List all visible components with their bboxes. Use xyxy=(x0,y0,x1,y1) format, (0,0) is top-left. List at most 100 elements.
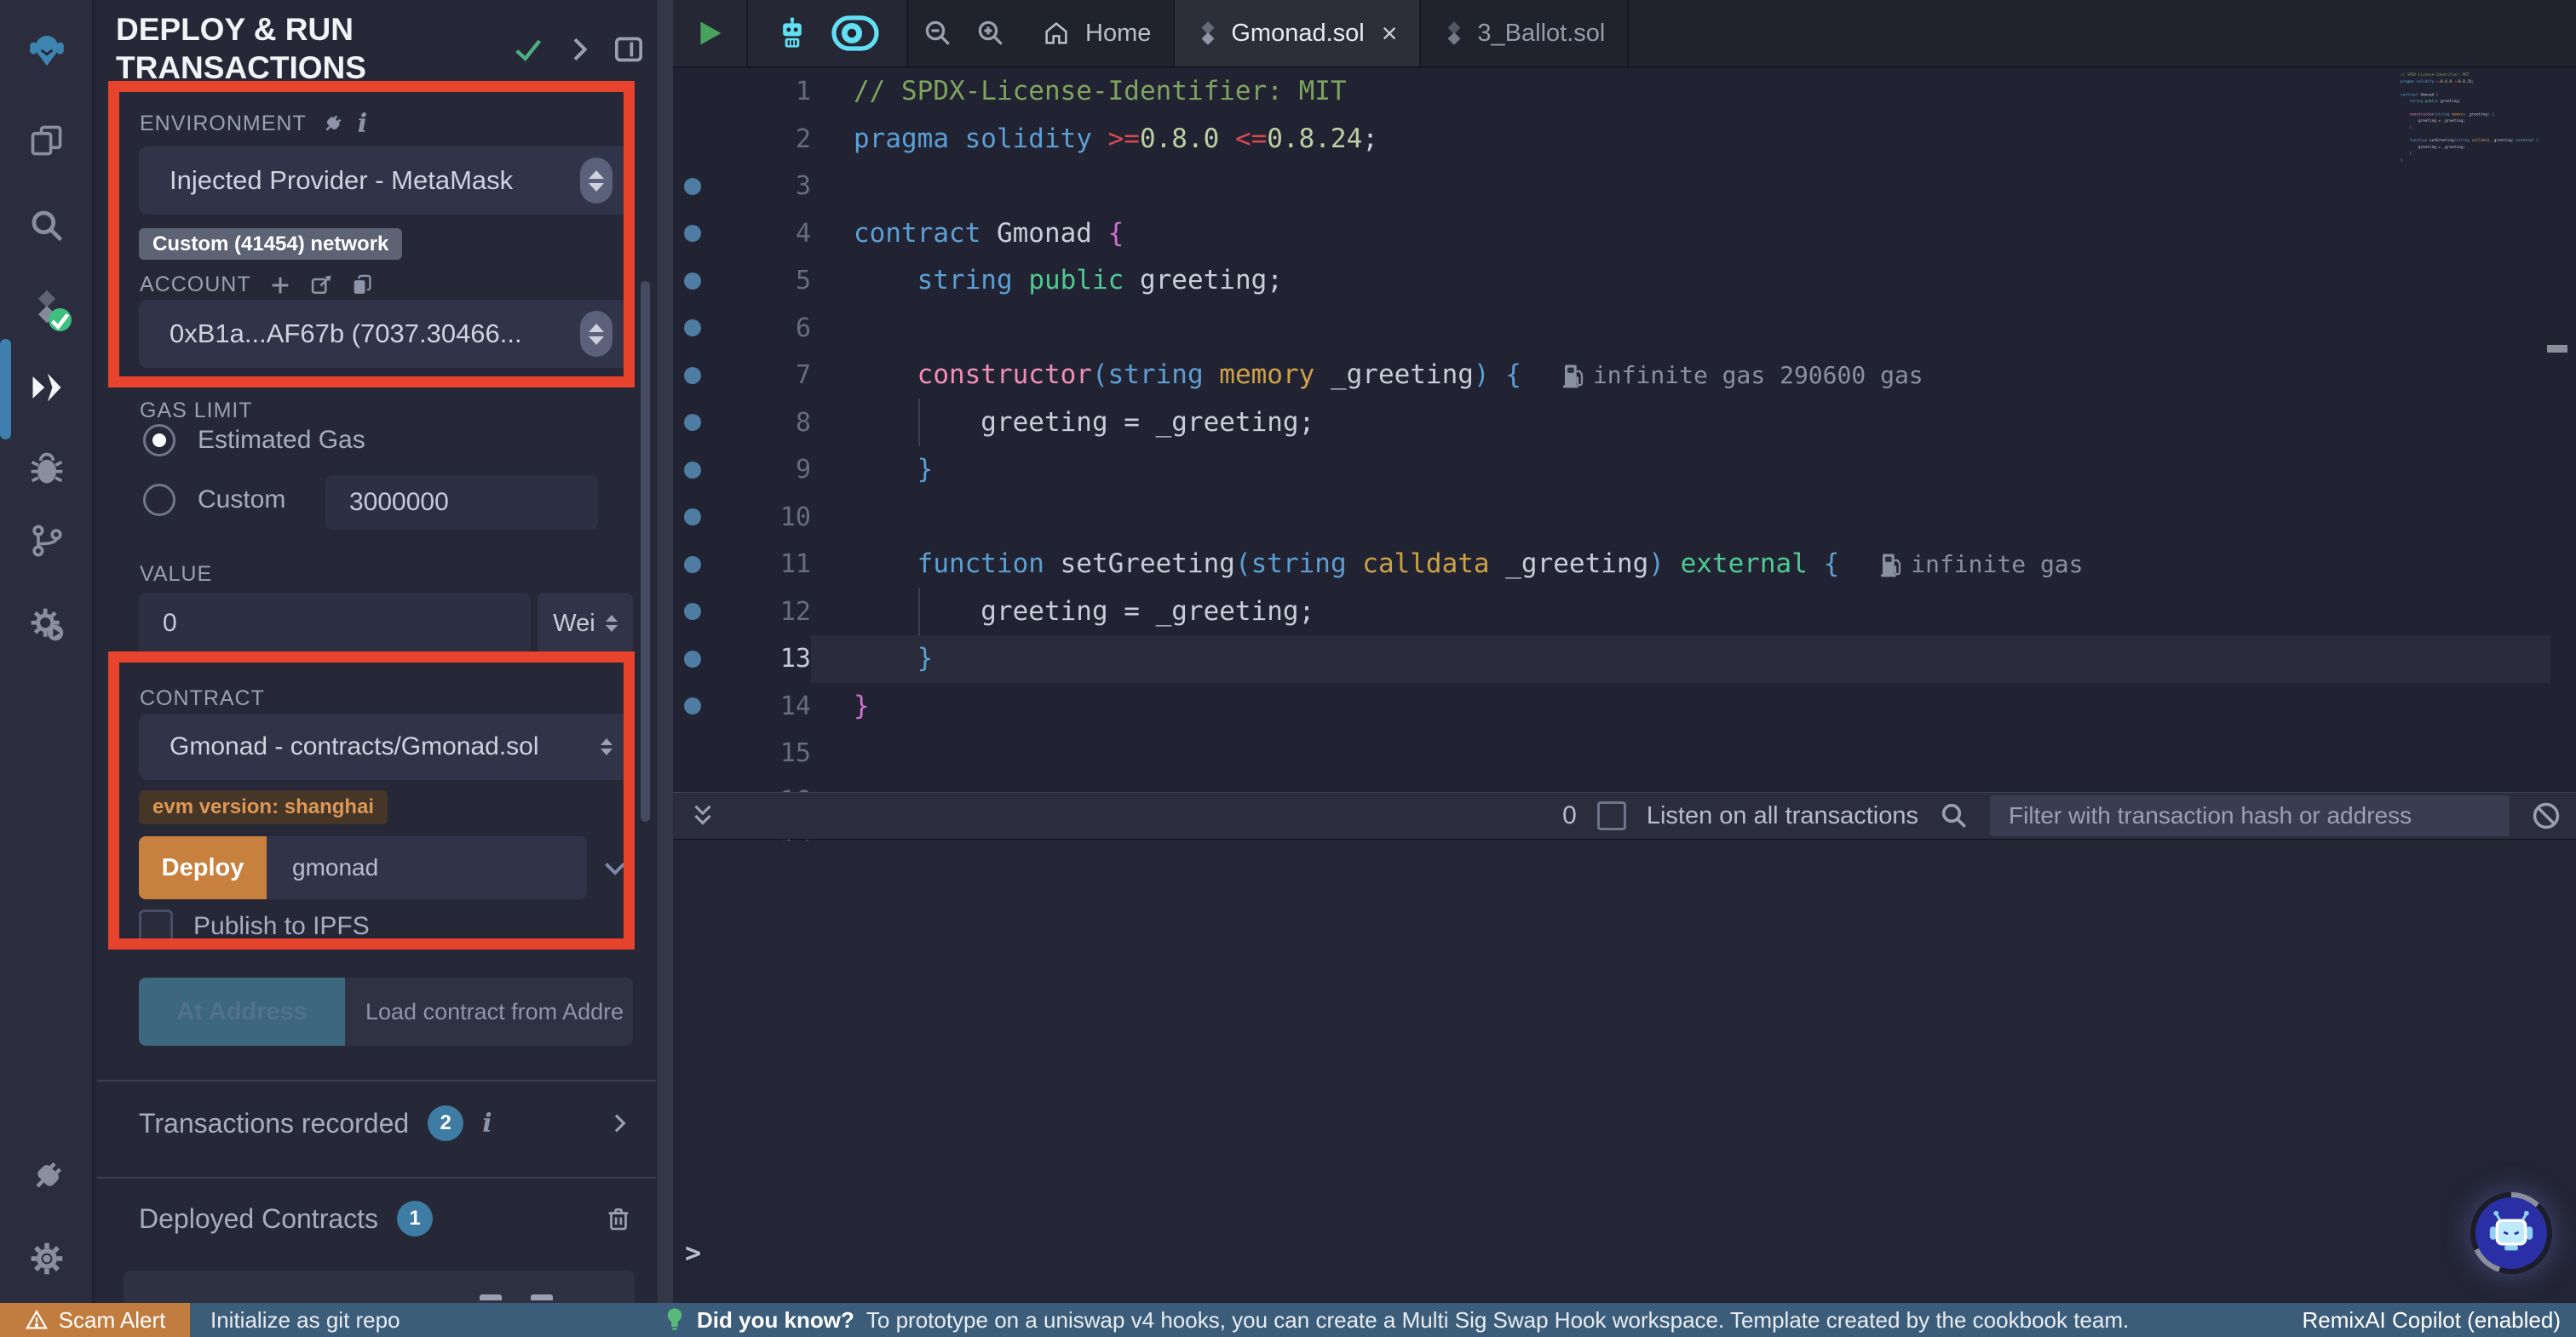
tab-home[interactable]: Home xyxy=(1021,0,1175,66)
terminal-output[interactable]: > xyxy=(673,841,2576,1303)
listen-all-checkbox[interactable] xyxy=(1597,801,1626,830)
settings-icon[interactable] xyxy=(28,1240,66,1277)
terminal-prompt: > xyxy=(685,1237,701,1269)
search-icon[interactable] xyxy=(28,207,66,244)
clear-console-icon[interactable] xyxy=(2530,800,2562,832)
deploy-expand-chevron-icon[interactable] xyxy=(587,836,643,899)
copy-account-icon[interactable] xyxy=(350,273,374,297)
gutter-dot-icon[interactable] xyxy=(673,556,712,573)
gutter-dot-icon[interactable] xyxy=(673,414,712,431)
transactions-recorded-label: Transactions recorded xyxy=(139,1108,409,1139)
add-account-icon[interactable] xyxy=(268,273,292,297)
gutter-dot-icon[interactable] xyxy=(673,697,712,714)
scam-alert-button[interactable]: Scam Alert xyxy=(0,1303,190,1337)
gutter-dot-icon[interactable] xyxy=(673,367,712,384)
custom-gas-input[interactable]: 3000000 xyxy=(325,475,598,530)
line-number: 7 xyxy=(712,360,811,390)
code-line[interactable]: 3 xyxy=(673,163,2576,210)
gutter-dot-icon[interactable] xyxy=(673,225,712,242)
pin-panel-icon[interactable] xyxy=(612,32,646,66)
code-line[interactable]: 2pragma solidity >=0.8.0 <=0.8.24; xyxy=(673,116,2576,164)
gutter-dot-icon[interactable] xyxy=(673,462,712,479)
gutter-dot-icon[interactable] xyxy=(673,651,712,668)
ai-robot-face-icon xyxy=(2485,1207,2538,1260)
transactions-recorded-row[interactable]: Transactions recorded 2 i xyxy=(139,1105,633,1141)
estimated-gas-radio[interactable] xyxy=(143,424,175,456)
debugger-icon[interactable] xyxy=(28,450,66,487)
transactions-expand-chevron[interactable] xyxy=(606,1110,633,1137)
code-line[interactable]: 6 xyxy=(673,305,2576,353)
zoom-out-icon[interactable] xyxy=(923,18,953,49)
remixai-assistant-button[interactable] xyxy=(2470,1192,2552,1274)
contract-select[interactable]: Gmonad - contracts/Gmonad.sol xyxy=(139,714,633,780)
line-number: 10 xyxy=(712,502,811,532)
panel-scrollbar[interactable] xyxy=(641,281,650,822)
plugin-manager-icon[interactable] xyxy=(28,1158,66,1196)
at-address-input[interactable]: Load contract from Addre xyxy=(345,978,633,1046)
deploy-button[interactable]: Deploy xyxy=(139,836,267,899)
code-editor[interactable]: 1// SPDX-License-Identifier: MIT2pragma … xyxy=(673,68,2576,860)
environment-label: ENVIRONMENT xyxy=(140,112,307,136)
gutter-dot-icon[interactable] xyxy=(673,603,712,620)
code-line[interactable]: 10 xyxy=(673,494,2576,542)
at-address-button[interactable]: At Address xyxy=(139,978,345,1046)
remixai-robot-icon[interactable] xyxy=(775,16,809,50)
compile-success-badge xyxy=(49,308,72,331)
code-line[interactable]: 8 greeting = _greeting; xyxy=(673,399,2576,447)
tx-filter-input[interactable]: Filter with transaction hash or address xyxy=(1990,795,2510,836)
clear-deployed-trash-icon[interactable] xyxy=(604,1204,633,1233)
gutter-dot-icon[interactable] xyxy=(673,508,712,525)
plug-icon[interactable] xyxy=(320,112,344,136)
gutter-dot-icon[interactable] xyxy=(673,273,712,290)
git-init-status[interactable]: Initialize as git repo xyxy=(210,1307,400,1334)
deploy-run-icon[interactable] xyxy=(28,369,66,406)
code-line[interactable]: 4contract Gmonad { xyxy=(673,210,2576,258)
value-input[interactable]: 0 xyxy=(139,593,531,654)
edit-account-icon[interactable] xyxy=(309,273,333,297)
environment-info-icon[interactable]: i xyxy=(358,109,367,139)
code-line[interactable]: 1// SPDX-License-Identifier: MIT xyxy=(673,68,2576,116)
deploy-param-input[interactable]: gmonad xyxy=(267,836,587,899)
tab-ballot[interactable]: 3_Ballot.sol xyxy=(1421,0,1629,66)
run-script-button[interactable] xyxy=(673,0,748,66)
evm-version-badge: evm version: shanghai xyxy=(139,790,388,824)
panel-collapse-chevron[interactable] xyxy=(562,32,596,66)
code-line[interactable]: 13 } xyxy=(673,635,2576,683)
code-line[interactable]: 7 constructor(string memory _greeting) {… xyxy=(673,352,2576,399)
copilot-toggle-icon[interactable] xyxy=(831,15,879,51)
transactions-info-icon[interactable]: i xyxy=(482,1109,492,1139)
code-line[interactable]: 14} xyxy=(673,683,2576,731)
remix-logo[interactable] xyxy=(28,31,66,68)
file-explorer-icon[interactable] xyxy=(28,122,66,159)
terminal-search-icon[interactable] xyxy=(1939,800,1969,831)
deploy-run-panel: DEPLOY & RUN TRANSACTIONS ENVIRONMENT i … xyxy=(95,0,658,1303)
code-line[interactable]: 9 } xyxy=(673,446,2576,494)
publish-ipfs-checkbox[interactable] xyxy=(139,910,173,944)
contract-updown-icon xyxy=(601,738,612,755)
expand-terminal-icon[interactable] xyxy=(688,801,717,830)
account-select[interactable]: 0xB1a...AF67b (7037.30466... xyxy=(139,300,633,368)
value-unit-select[interactable]: Wei xyxy=(538,593,633,654)
custom-gas-radio[interactable] xyxy=(143,484,175,516)
line-number: 1 xyxy=(712,77,811,106)
git-icon[interactable] xyxy=(28,522,66,559)
code-line[interactable]: 15 xyxy=(673,730,2576,778)
zoom-in-icon[interactable] xyxy=(975,18,1006,49)
copilot-status[interactable]: RemixAI Copilot (enabled) xyxy=(2303,1307,2576,1334)
panel-resize-handle[interactable] xyxy=(658,0,673,1303)
close-tab-icon[interactable]: × xyxy=(1382,18,1398,49)
divider xyxy=(97,1177,656,1179)
code-line[interactable]: 11 function setGreeting(string calldata … xyxy=(673,541,2576,588)
solidity-compiler-icon[interactable] xyxy=(28,288,66,325)
code-line[interactable]: 5 string public greeting; xyxy=(673,257,2576,305)
gas-pump-icon xyxy=(1880,552,1902,577)
gutter-dot-icon[interactable] xyxy=(673,319,712,336)
deployed-count-badge: 1 xyxy=(397,1201,433,1237)
environment-select[interactable]: Injected Provider - MetaMask xyxy=(139,146,633,215)
gear-play-icon[interactable] xyxy=(28,605,66,643)
tab-gmonad[interactable]: Gmonad.sol × xyxy=(1175,0,1421,66)
code-line[interactable]: 12 greeting = _greeting; xyxy=(673,588,2576,636)
gutter-dot-icon[interactable] xyxy=(673,178,712,195)
deployed-contract-item[interactable] xyxy=(124,1271,635,1303)
line-number: 2 xyxy=(712,124,811,154)
